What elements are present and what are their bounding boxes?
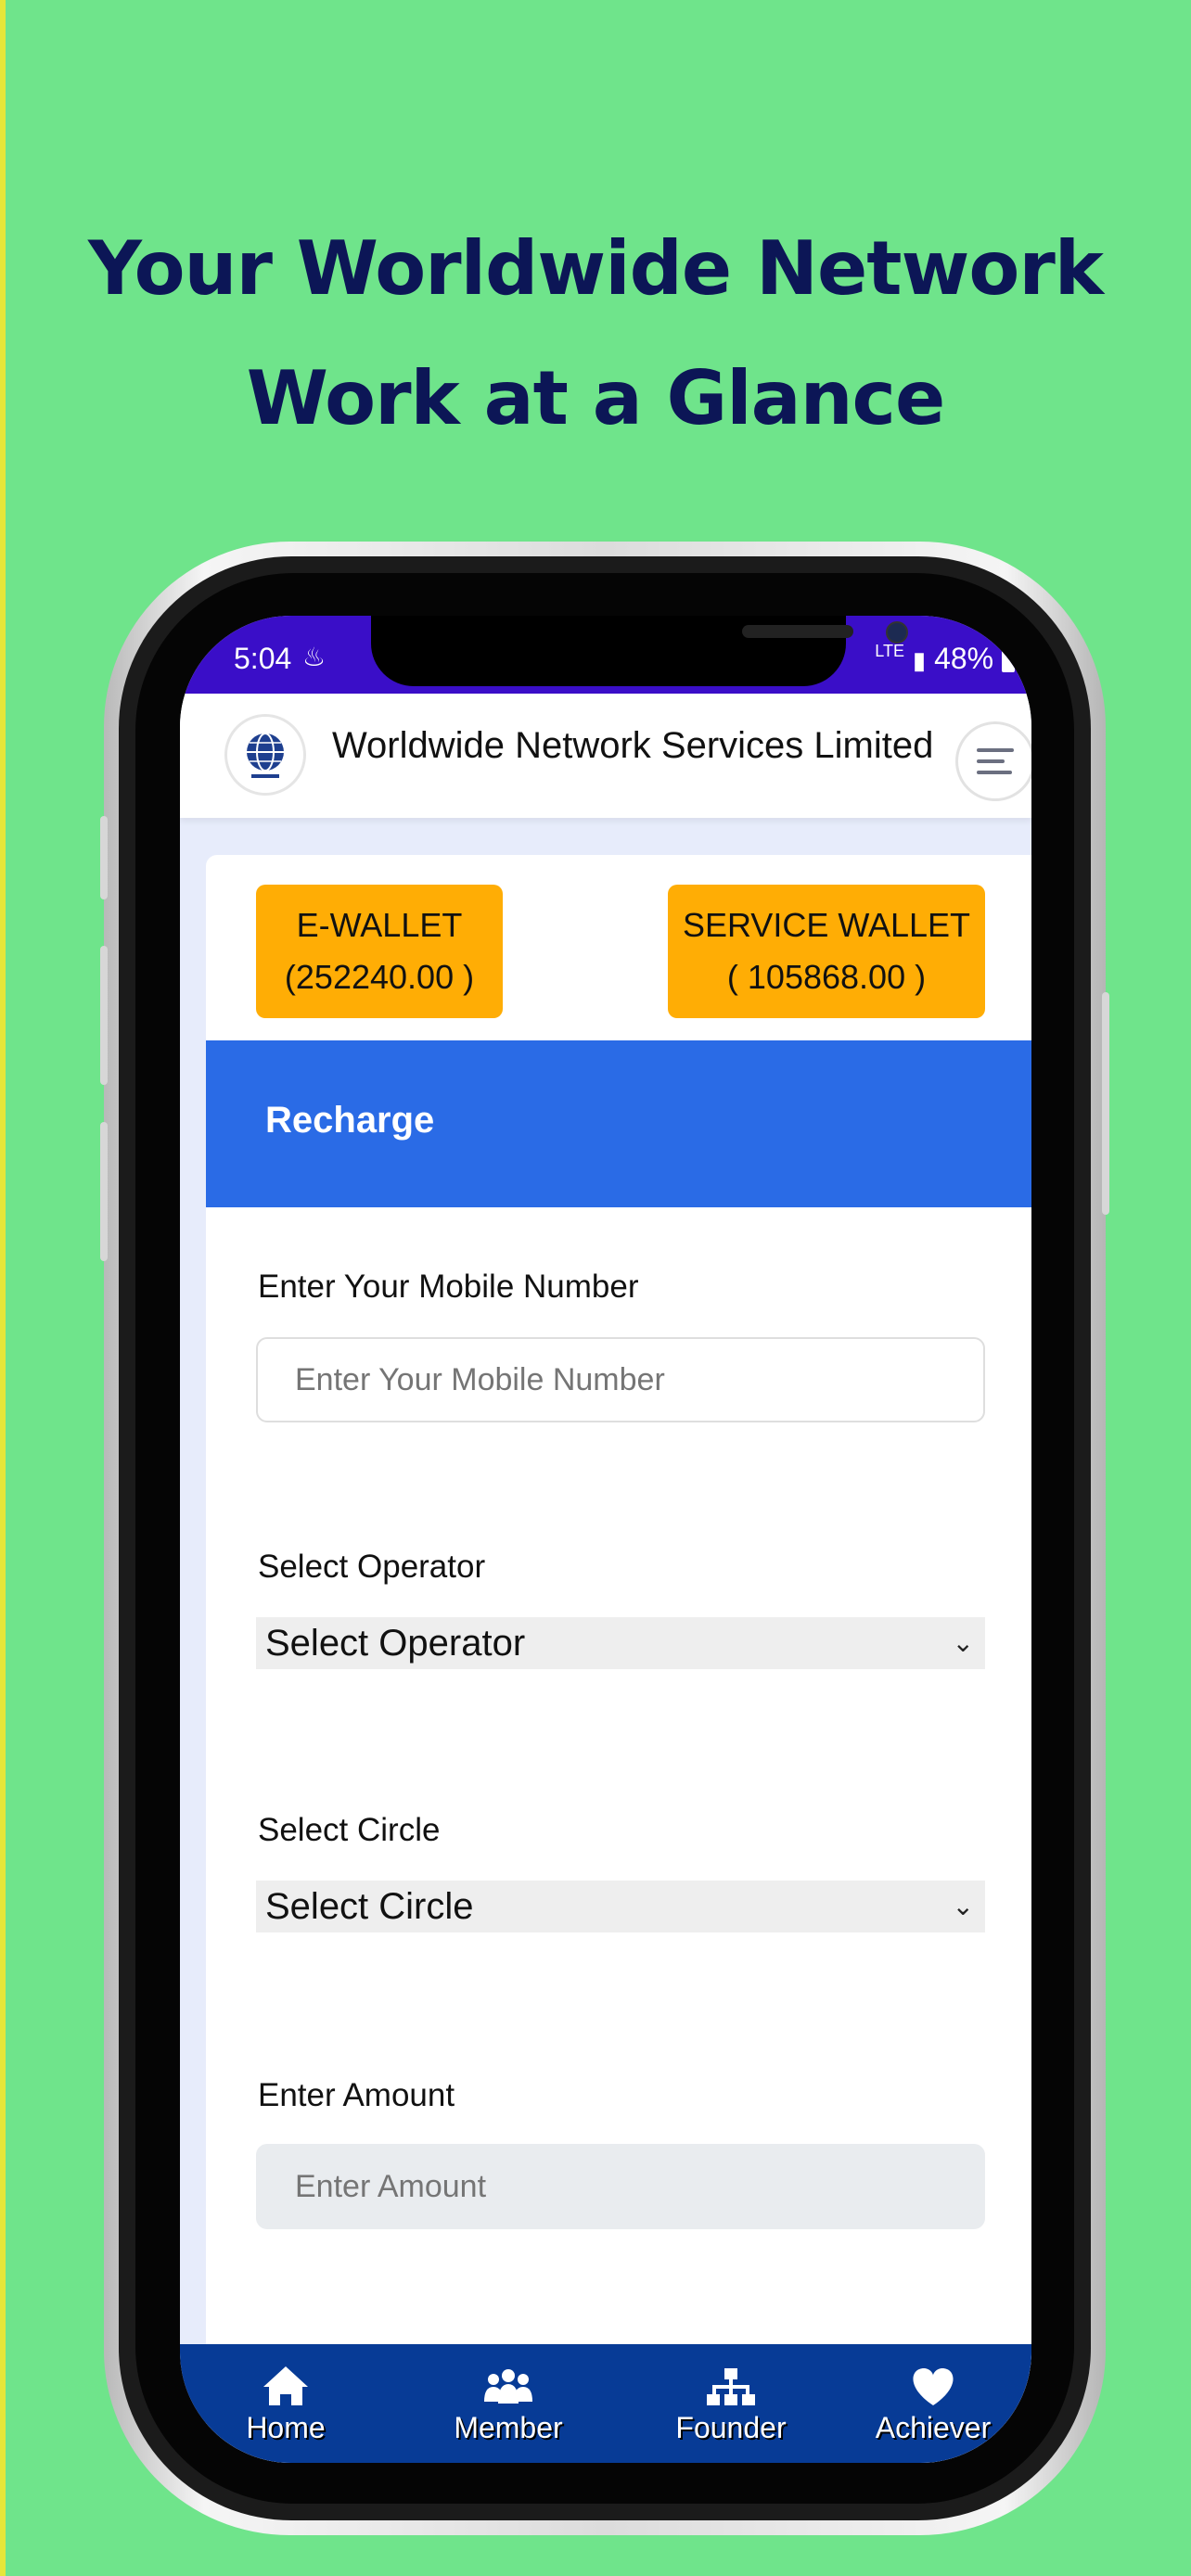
nav-member[interactable]: Member — [425, 2359, 592, 2445]
ewallet-button[interactable]: E-WALLET (252240.00 ) — [256, 885, 503, 1018]
promo-headline: Your Worldwide Network Work at a Glance — [0, 204, 1191, 464]
nav-founder-label: Founder — [675, 2411, 787, 2444]
recharge-title: Recharge — [265, 1100, 435, 1141]
nav-achiever-label: Achiever — [875, 2411, 992, 2444]
headline-line-2: Work at a Glance — [246, 355, 945, 441]
signal-icon: ▮ — [912, 646, 927, 674]
nav-member-label: Member — [454, 2411, 563, 2444]
notification-icon: ♨ — [302, 643, 327, 671]
menu-button[interactable] — [955, 721, 1031, 801]
network-label: LTE — [875, 642, 904, 660]
service-wallet-label: SERVICE WALLET — [682, 906, 971, 944]
hamburger-menu-icon — [977, 748, 1014, 774]
chevron-down-icon: ⌄ — [952, 1628, 974, 1657]
bottom-navigation: Home Member Founder Achiever — [180, 2344, 1031, 2463]
app-title: Worldwide Network Services Limited — [332, 725, 934, 766]
battery-icon — [1002, 649, 1015, 672]
amount-input[interactable] — [256, 2144, 985, 2229]
status-indicators: LTE ▮ 48% — [875, 642, 1015, 676]
operator-select-value: Select Operator — [265, 1623, 526, 1664]
phone-volume-up — [100, 946, 108, 1085]
service-wallet-button[interactable]: SERVICE WALLET ( 105868.00 ) — [668, 885, 985, 1018]
speaker-grille — [742, 625, 853, 638]
nav-founder[interactable]: Founder — [647, 2359, 814, 2445]
circle-select[interactable]: Select Circle ⌄ — [256, 1881, 985, 1932]
operator-label: Select Operator — [258, 1549, 486, 1585]
phone-volume-down — [100, 1122, 108, 1261]
service-wallet-balance: ( 105868.00 ) — [726, 958, 927, 996]
app-header: Worldwide Network Services Limited — [180, 694, 1031, 818]
circle-label: Select Circle — [258, 1812, 441, 1848]
phone-side-button — [100, 816, 108, 899]
mobile-number-label: Enter Your Mobile Number — [258, 1269, 639, 1305]
amount-label: Enter Amount — [258, 2077, 455, 2113]
ewallet-label: E-WALLET — [296, 906, 463, 944]
camera-notch — [371, 616, 908, 686]
battery-percent: 48% — [934, 642, 994, 675]
phone-screen: 5:04 ♨ LTE ▮ 48% Worldwide Network Servi… — [180, 616, 1031, 2463]
operator-select[interactable]: Select Operator ⌄ — [256, 1617, 985, 1669]
heart-icon — [913, 2368, 954, 2405]
chevron-down-icon: ⌄ — [952, 1892, 974, 1920]
ewallet-balance: (252240.00 ) — [284, 958, 475, 996]
home-icon — [263, 2366, 308, 2405]
nav-home-label: Home — [246, 2411, 326, 2444]
company-logo — [224, 714, 306, 796]
headline-line-1: Your Worldwide Network — [88, 225, 1104, 312]
globe-logo-icon — [247, 733, 284, 778]
phone-power-button — [1102, 992, 1109, 1215]
nav-home[interactable]: Home — [202, 2359, 369, 2445]
hierarchy-icon — [707, 2368, 755, 2405]
recharge-card: E-WALLET (252240.00 ) SERVICE WALLET ( 1… — [206, 855, 1031, 2463]
circle-select-value: Select Circle — [265, 1886, 474, 1927]
front-camera — [886, 621, 908, 644]
status-time: 5:04 — [234, 642, 292, 675]
members-icon — [484, 2369, 532, 2404]
recharge-section-header: Recharge — [206, 1040, 1031, 1207]
nav-achiever[interactable]: Achiever — [850, 2359, 1017, 2445]
mobile-number-input[interactable] — [256, 1337, 985, 1422]
